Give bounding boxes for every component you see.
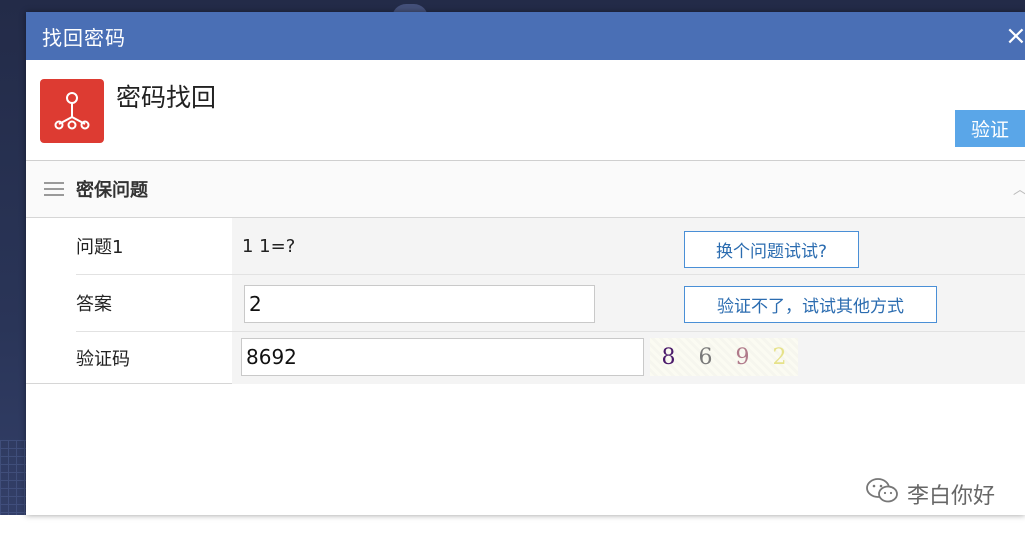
captcha-input[interactable] <box>241 338 644 376</box>
other-method-button[interactable]: 验证不了，试试其他方式 <box>684 286 937 323</box>
password-recovery-dialog: 找回密码 × 密码找回 验证 密保问题 ︿ 问题1 1 1=? 换 <box>26 12 1025 515</box>
section-title: 密保问题 <box>76 180 148 201</box>
question-row: 问题1 1 1=? 换个问题试试? <box>76 218 1025 275</box>
wechat-icon <box>865 477 899 511</box>
question-label: 问题1 <box>76 237 124 258</box>
captcha-char: 9 <box>735 344 750 370</box>
change-question-button[interactable]: 换个问题试试? <box>684 231 859 268</box>
verify-button[interactable]: 验证 <box>955 110 1025 147</box>
watermark: 李白你好 <box>865 477 995 511</box>
watermark-text: 李白你好 <box>906 484 995 509</box>
captcha-image[interactable]: 8 6 9 2 <box>650 338 798 376</box>
page-title: 密码找回 <box>116 83 217 112</box>
answer-label: 答案 <box>76 294 112 315</box>
captcha-char: 2 <box>772 344 787 370</box>
answer-input[interactable] <box>244 285 595 323</box>
section-header[interactable]: 密保问题 ︿ <box>26 161 1025 218</box>
captcha-char: 6 <box>698 344 713 370</box>
background-footer <box>0 515 1025 543</box>
question-text: 1 1=? <box>242 235 296 257</box>
menu-icon <box>44 182 64 196</box>
answer-row: 答案 验证不了，试试其他方式 <box>76 275 1025 332</box>
captcha-value-cell: 8 6 9 2 <box>232 332 1025 384</box>
question-value-cell: 1 1=? 换个问题试试? <box>232 218 1025 274</box>
captcha-label: 验证码 <box>76 349 130 370</box>
captcha-row: 验证码 8 6 9 2 <box>76 332 1025 384</box>
answer-value-cell: 验证不了，试试其他方式 <box>232 275 1025 331</box>
dialog-header: 密码找回 验证 <box>26 60 1025 161</box>
background-grid <box>0 440 26 520</box>
dialog-titlebar: 找回密码 × <box>26 12 1025 60</box>
network-tree-icon <box>40 79 104 143</box>
captcha-char: 8 <box>661 344 676 370</box>
dialog-title: 找回密码 <box>42 25 126 50</box>
chevron-up-icon[interactable]: ︿ <box>1013 179 1025 199</box>
security-question-form: 问题1 1 1=? 换个问题试试? 答案 验证不了，试试其他方式 验证码 8 6… <box>26 218 1025 384</box>
close-button[interactable]: × <box>1005 22 1025 50</box>
